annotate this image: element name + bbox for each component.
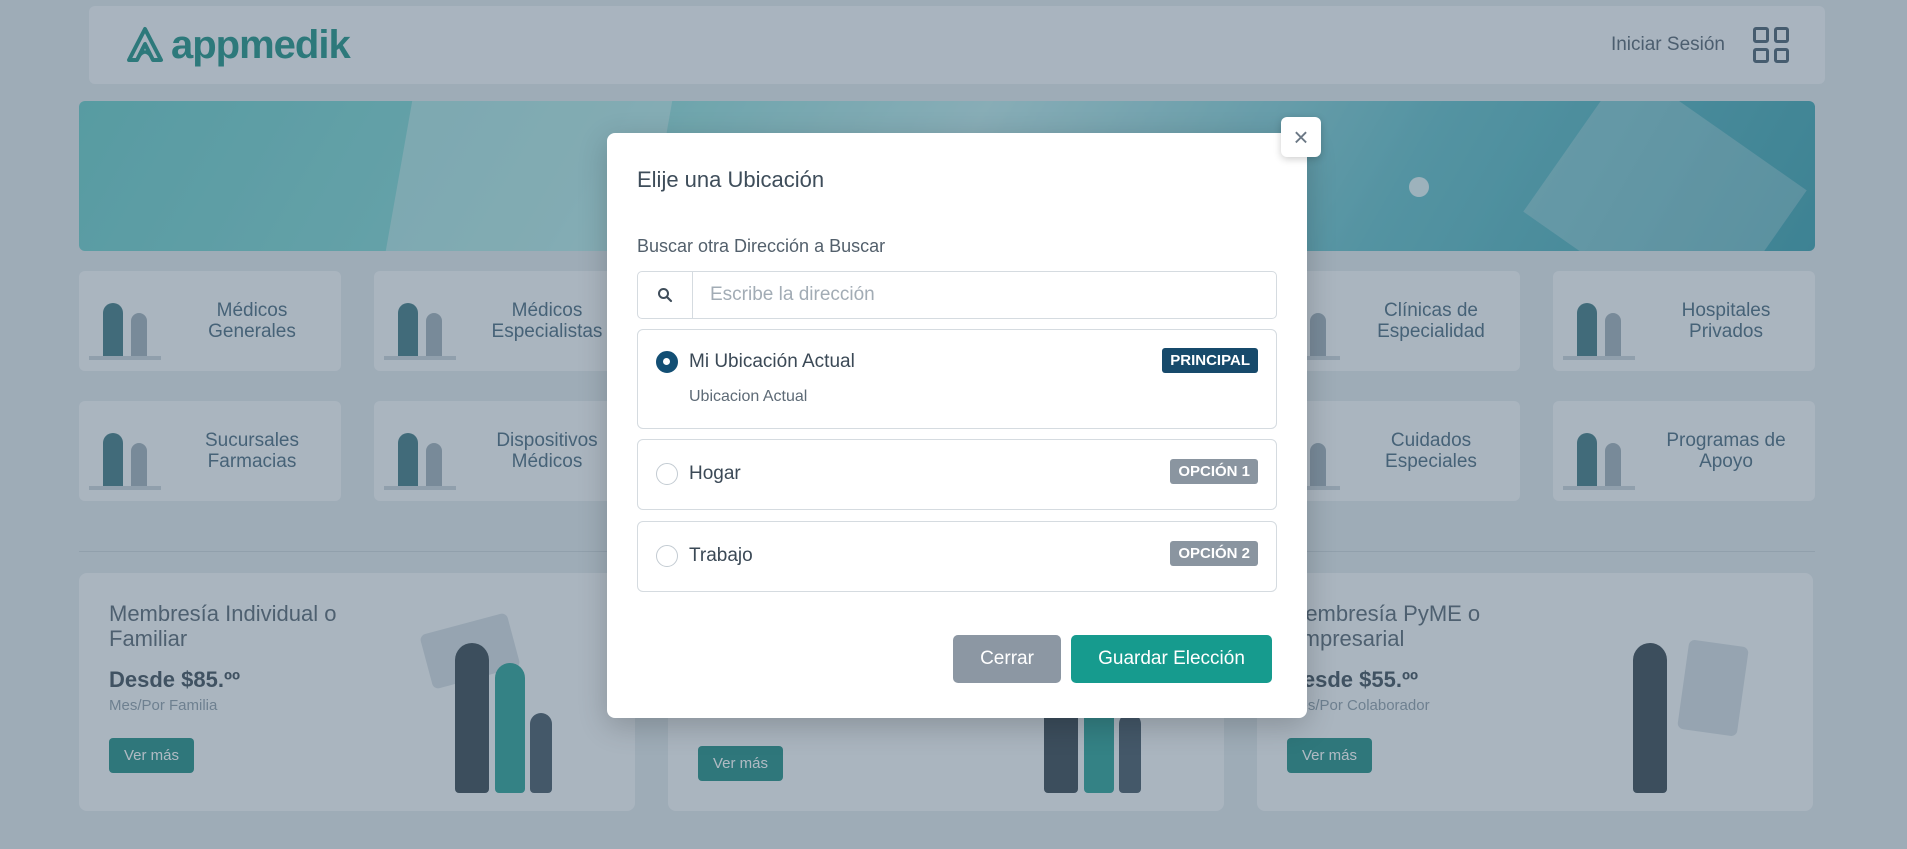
search-icon [638,272,693,318]
address-search [637,271,1277,319]
badge-principal: PRINCIPAL [1162,348,1258,373]
radio-selected[interactable] [656,351,678,373]
location-option-current[interactable]: Mi Ubicación Actual Ubicacion Actual PRI… [637,329,1277,429]
modal-title: Elije una Ubicación [637,167,825,192]
address-search-input[interactable] [693,284,1276,306]
radio-unselected[interactable] [656,463,678,485]
search-label: Buscar otra Dirección a Buscar [637,236,886,256]
badge-option: OPCIÓN 2 [1170,541,1258,566]
location-option-trabajo[interactable]: Trabajo OPCIÓN 2 [637,521,1277,592]
cerrar-button[interactable]: Cerrar [953,635,1061,683]
location-option-hogar[interactable]: Hogar OPCIÓN 1 [637,439,1277,510]
location-subtitle: Ubicacion Actual [689,388,808,405]
radio-unselected[interactable] [656,545,678,567]
location-name: Mi Ubicación Actual [689,351,855,372]
location-name: Hogar [689,463,741,484]
location-name: Trabajo [689,545,753,566]
close-icon[interactable]: × [1281,117,1321,157]
location-modal: Elije una Ubicación Buscar otra Direcció… [607,133,1307,718]
guardar-eleccion-button[interactable]: Guardar Elección [1071,635,1272,683]
badge-option: OPCIÓN 1 [1170,459,1258,484]
